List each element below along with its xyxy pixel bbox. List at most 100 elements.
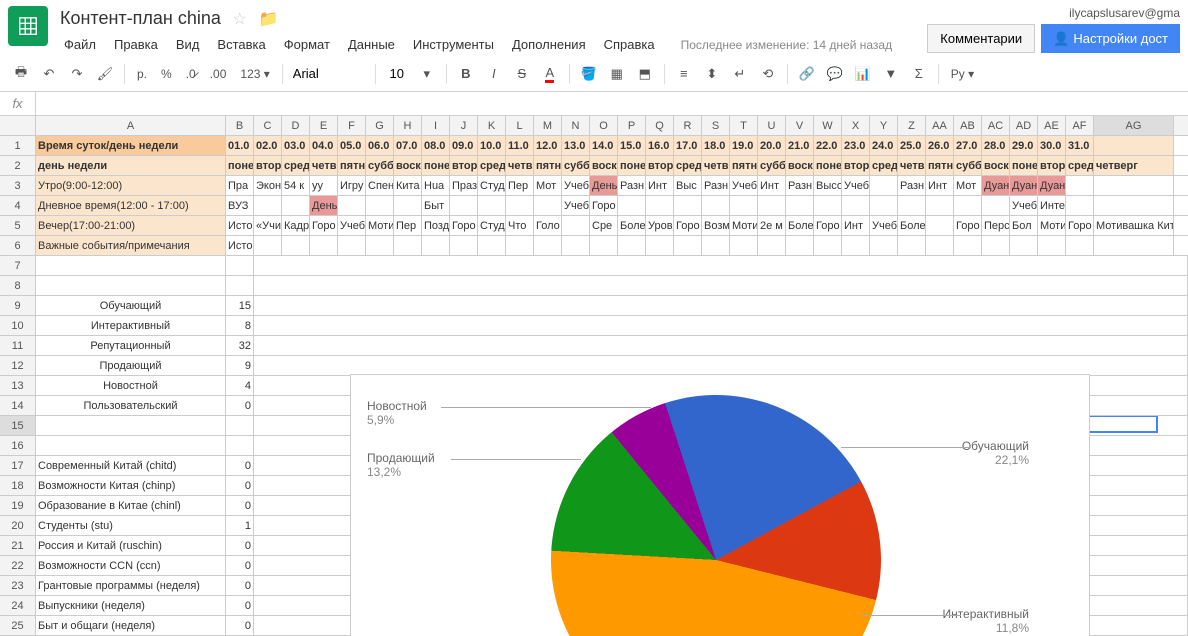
cell[interactable]: 0	[226, 616, 254, 635]
cell[interactable]: Быт	[422, 196, 450, 215]
cell[interactable]: День	[310, 196, 338, 215]
cell[interactable]: поне	[814, 156, 842, 175]
cell[interactable]	[590, 236, 618, 255]
cell[interactable]: 32	[226, 336, 254, 355]
col-header-I[interactable]: I	[422, 116, 450, 135]
row-header[interactable]: 6	[0, 236, 36, 255]
borders-icon[interactable]: ▦	[604, 61, 630, 87]
cell[interactable]: Горо	[1066, 216, 1094, 235]
cell[interactable]	[254, 196, 282, 215]
cell[interactable]	[506, 236, 534, 255]
cell[interactable]: 29.0	[1010, 136, 1038, 155]
cell[interactable]: 04.0	[310, 136, 338, 155]
bold-icon[interactable]: B	[453, 61, 479, 87]
col-header-AB[interactable]: AB	[954, 116, 982, 135]
col-header-D[interactable]: D	[282, 116, 310, 135]
cell[interactable]: 11.0	[506, 136, 534, 155]
cell[interactable]: пятн	[926, 156, 954, 175]
cell[interactable]: Пользовательский	[36, 396, 226, 415]
cell[interactable]: Hua	[422, 176, 450, 195]
cell[interactable]: Мотивашка Кита	[1094, 216, 1174, 235]
row-header[interactable]: 25	[0, 616, 36, 635]
row-header[interactable]: 13	[0, 376, 36, 395]
cell[interactable]: четв	[310, 156, 338, 175]
row-header[interactable]: 23	[0, 576, 36, 595]
col-header-Y[interactable]: Y	[870, 116, 898, 135]
cell[interactable]: 23.0	[842, 136, 870, 155]
cell[interactable]: День	[590, 176, 618, 195]
cell[interactable]: Бол	[1010, 216, 1038, 235]
number-format[interactable]: 123 ▾	[234, 67, 275, 81]
cell[interactable]: четв	[506, 156, 534, 175]
col-header-O[interactable]: O	[590, 116, 618, 135]
col-header-AC[interactable]: AC	[982, 116, 1010, 135]
cell[interactable]: Репутационный	[36, 336, 226, 355]
cell[interactable]: Игру	[338, 176, 366, 195]
comment-icon[interactable]: 💬	[822, 61, 848, 87]
dec-decrease[interactable]: .0̷	[180, 67, 202, 81]
cell[interactable]	[366, 196, 394, 215]
cell[interactable]	[1038, 236, 1066, 255]
cell[interactable]: Экон	[254, 176, 282, 195]
italic-icon[interactable]: I	[481, 61, 507, 87]
pie-chart[interactable]: Новостной 5,9% Продающий 13,2% Обучающий…	[350, 374, 1090, 636]
col-header-AA[interactable]: AA	[926, 116, 954, 135]
col-header-E[interactable]: E	[310, 116, 338, 135]
cell[interactable]: 03.0	[282, 136, 310, 155]
cell[interactable]: воск	[394, 156, 422, 175]
cell[interactable]	[562, 216, 590, 235]
cell[interactable]: 21.0	[786, 136, 814, 155]
row-header[interactable]: 2	[0, 156, 36, 175]
cell[interactable]	[1094, 196, 1174, 215]
cell[interactable]	[926, 196, 954, 215]
col-header-K[interactable]: K	[478, 116, 506, 135]
cell[interactable]: Кита	[394, 176, 422, 195]
cell[interactable]	[758, 196, 786, 215]
cell[interactable]: 9	[226, 356, 254, 375]
cell[interactable]: 0	[226, 456, 254, 475]
cell[interactable]: 4	[226, 376, 254, 395]
cell[interactable]	[254, 236, 282, 255]
cell[interactable]	[506, 196, 534, 215]
row-header[interactable]: 24	[0, 596, 36, 615]
cell[interactable]: Мот	[954, 176, 982, 195]
cell[interactable]: Грантовые программы (неделя)	[36, 576, 226, 595]
cell[interactable]: Учеб	[562, 176, 590, 195]
cell[interactable]	[954, 236, 982, 255]
cell[interactable]	[1094, 176, 1174, 195]
row-header[interactable]: 16	[0, 436, 36, 455]
col-header-AF[interactable]: AF	[1066, 116, 1094, 135]
col-header-Z[interactable]: Z	[898, 116, 926, 135]
cell[interactable]: пятн	[338, 156, 366, 175]
cell[interactable]	[254, 336, 1188, 355]
cell[interactable]: 0	[226, 496, 254, 515]
cell[interactable]: 26.0	[926, 136, 954, 155]
cell[interactable]: Инт	[842, 216, 870, 235]
cell[interactable]: Горо	[814, 216, 842, 235]
redo-icon[interactable]: ↷	[64, 61, 90, 87]
menu-edit[interactable]: Правка	[106, 33, 166, 56]
cell[interactable]: Инте	[1038, 196, 1066, 215]
cell[interactable]: Разн	[702, 176, 730, 195]
col-header-L[interactable]: L	[506, 116, 534, 135]
cell[interactable]: Дуан	[1010, 176, 1038, 195]
cell[interactable]	[618, 236, 646, 255]
cell[interactable]: 25.0	[898, 136, 926, 155]
row-header[interactable]: 20	[0, 516, 36, 535]
cell[interactable]: втор	[842, 156, 870, 175]
row-header[interactable]: 1	[0, 136, 36, 155]
cell[interactable]	[786, 236, 814, 255]
cell[interactable]: Обучающий	[36, 296, 226, 315]
col-header-R[interactable]: R	[674, 116, 702, 135]
dec-increase[interactable]: .00	[204, 67, 233, 81]
cell[interactable]: 06.0	[366, 136, 394, 155]
row-header[interactable]: 17	[0, 456, 36, 475]
row-header[interactable]: 4	[0, 196, 36, 215]
menu-addons[interactable]: Дополнения	[504, 33, 594, 56]
cell[interactable]: Учеб	[338, 216, 366, 235]
cell[interactable]: Пер	[506, 176, 534, 195]
col-header-X[interactable]: X	[842, 116, 870, 135]
cell[interactable]	[366, 236, 394, 255]
cell[interactable]	[394, 236, 422, 255]
cell[interactable]: Мот	[534, 176, 562, 195]
